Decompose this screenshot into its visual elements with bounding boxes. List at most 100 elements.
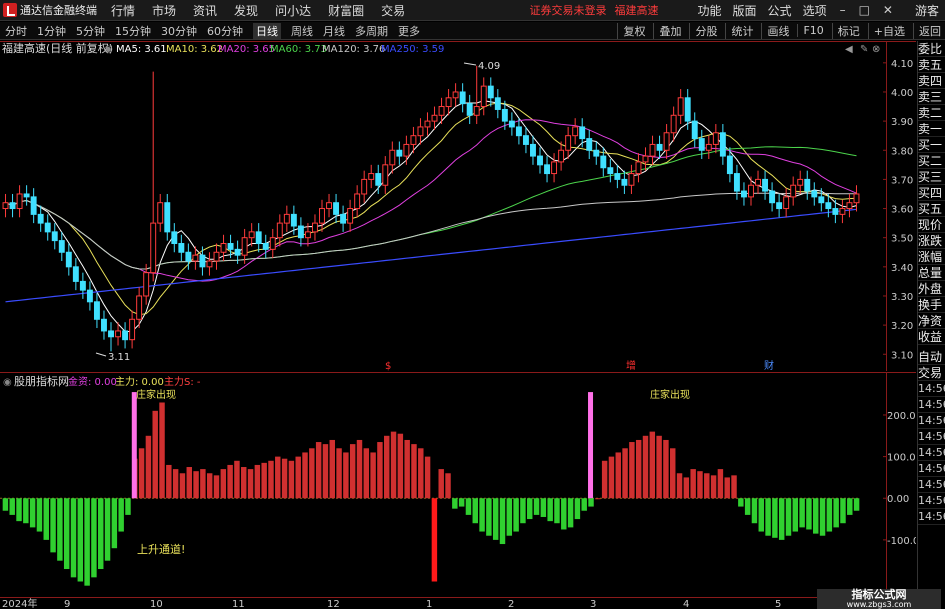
x-label-1: 1: [426, 599, 432, 609]
f10-button[interactable]: F10: [797, 24, 824, 37]
x-label-2: 2: [508, 599, 514, 609]
tab-60min[interactable]: 60分钟: [207, 23, 243, 39]
candle-body: [171, 231, 178, 245]
candle-body: [656, 143, 663, 151]
menu-caifuquan[interactable]: 财富圈: [328, 2, 364, 19]
menu-bar: 通达信金融终端 行情 市场 资讯 发现 问小达 财富圈 交易 证券交易未登录 福…: [0, 0, 945, 21]
guest-button[interactable]: 游客: [915, 2, 939, 19]
menu-wenxiaoda[interactable]: 问小达: [275, 2, 311, 19]
positive-bar: [206, 473, 213, 499]
candle-body: [65, 251, 72, 268]
side-trade[interactable]: 交易: [918, 365, 945, 381]
negative-bar: [527, 498, 533, 520]
menu-jiaoyi[interactable]: 交易: [381, 2, 405, 19]
tab-multi-period[interactable]: 多周期: [355, 23, 388, 39]
x-label-12: 12: [327, 599, 340, 609]
close-icon[interactable]: ✕: [883, 3, 893, 17]
add-watchlist-button[interactable]: +自选: [867, 22, 905, 39]
back-button[interactable]: 返回: [913, 22, 941, 39]
x-label-9: 9: [64, 599, 70, 609]
candle-body: [544, 164, 551, 175]
draw-line-button[interactable]: 画线: [761, 22, 789, 39]
side-volume[interactable]: 总量: [918, 265, 945, 281]
menu-zixun[interactable]: 资讯: [193, 2, 217, 19]
side-time: 14:56: [918, 461, 945, 477]
side-sell3[interactable]: 卖三: [918, 89, 945, 105]
side-earnings[interactable]: 收益: [918, 329, 945, 345]
side-change[interactable]: 涨跌: [918, 233, 945, 249]
close-panel-icon[interactable]: ⊗: [872, 44, 880, 55]
side-buy4[interactable]: 买四: [918, 185, 945, 201]
menu-banmian[interactable]: 版面: [733, 2, 757, 19]
tool-icon[interactable]: ✎: [860, 44, 868, 55]
candle-body: [311, 222, 318, 233]
fuquan-button[interactable]: 复权: [617, 22, 645, 39]
candle-body: [494, 97, 501, 110]
side-weibi[interactable]: 委比: [918, 41, 945, 57]
positive-bar: [690, 469, 696, 499]
side-price[interactable]: 现价: [918, 217, 945, 233]
settings-icon[interactable]: ◉: [104, 44, 113, 55]
positive-bar: [656, 435, 662, 499]
tab-5min[interactable]: 5分钟: [76, 23, 105, 39]
login-warning[interactable]: 证券交易未登录: [530, 2, 607, 18]
menu-gongshi[interactable]: 公式: [768, 2, 792, 19]
side-time: 14:56: [918, 381, 945, 397]
tab-monthly[interactable]: 月线: [323, 23, 345, 39]
menu-shichang[interactable]: 市场: [152, 2, 176, 19]
overlay-button[interactable]: 叠加: [653, 22, 681, 39]
side-auto[interactable]: 自动: [918, 349, 945, 365]
tab-daily[interactable]: 日线: [253, 22, 281, 39]
menu-faxian[interactable]: 发现: [234, 2, 258, 19]
positive-bar: [404, 439, 410, 499]
positive-bar: [186, 467, 192, 499]
indicator-settings-icon[interactable]: ◉: [3, 377, 12, 388]
negative-bar: [574, 498, 581, 520]
menu-xuanxiang[interactable]: 选项: [803, 2, 827, 19]
negative-bar: [520, 498, 526, 524]
side-buy2[interactable]: 买二: [918, 153, 945, 169]
maximize-icon[interactable]: □: [859, 3, 870, 17]
side-change-pct[interactable]: 涨幅: [918, 249, 945, 265]
x-axis: 2024年 9 10 11 12 1 2 3 4 5: [0, 597, 916, 609]
indicator-chart[interactable]: ◉ 股朋指标网 金资: 0.00 主力: 0.00 主力S: - 庄家出现 庄家…: [0, 372, 916, 597]
side-buy5[interactable]: 买五: [918, 201, 945, 217]
side-buy1[interactable]: 买一: [918, 137, 945, 153]
side-sell4[interactable]: 卖四: [918, 73, 945, 89]
tab-more[interactable]: 更多: [398, 23, 420, 39]
indicator-tick-label: 100.0: [887, 453, 916, 464]
marker-dividend[interactable]: $: [385, 361, 391, 371]
price-chart[interactable]: 福建高速(日线 前复权) ◉ MA5: 3.61 MA10: 3.62 MA20…: [0, 41, 916, 371]
mark-button[interactable]: 标记: [831, 22, 860, 39]
candle-body: [403, 143, 410, 157]
minimize-icon[interactable]: –: [840, 3, 846, 17]
marker-cai[interactable]: 财: [764, 359, 774, 371]
menu-gongneng[interactable]: 功能: [698, 2, 722, 19]
side-turnover[interactable]: 换手: [918, 297, 945, 313]
split-button[interactable]: 分股: [689, 22, 717, 39]
ma5-line: [5, 100, 857, 332]
candle-body: [241, 237, 248, 256]
candle-body: [635, 161, 642, 175]
side-outer[interactable]: 外盘: [918, 281, 945, 297]
candle-body: [255, 231, 262, 245]
menu-hangqing[interactable]: 行情: [111, 2, 135, 19]
side-net-assets[interactable]: 净资: [918, 313, 945, 329]
side-sell2[interactable]: 卖二: [918, 105, 945, 121]
expand-icon[interactable]: ◀: [845, 44, 853, 55]
stats-button[interactable]: 统计: [725, 22, 753, 39]
side-sell5[interactable]: 卖五: [918, 57, 945, 73]
tab-1min[interactable]: 1分钟: [37, 23, 66, 39]
candle-body: [628, 173, 635, 186]
side-buy3[interactable]: 买三: [918, 169, 945, 185]
tab-15min[interactable]: 15分钟: [115, 23, 151, 39]
tab-30min[interactable]: 30分钟: [161, 23, 197, 39]
positive-bar: [247, 469, 254, 499]
tab-fenshi[interactable]: 分时: [5, 23, 27, 39]
marker-zeng[interactable]: 增: [626, 359, 636, 371]
tab-weekly[interactable]: 周线: [291, 23, 313, 39]
x-label-4: 4: [683, 599, 689, 609]
x-label-5: 5: [775, 599, 781, 609]
candle-body: [515, 126, 522, 137]
side-sell1[interactable]: 卖一: [918, 121, 945, 137]
